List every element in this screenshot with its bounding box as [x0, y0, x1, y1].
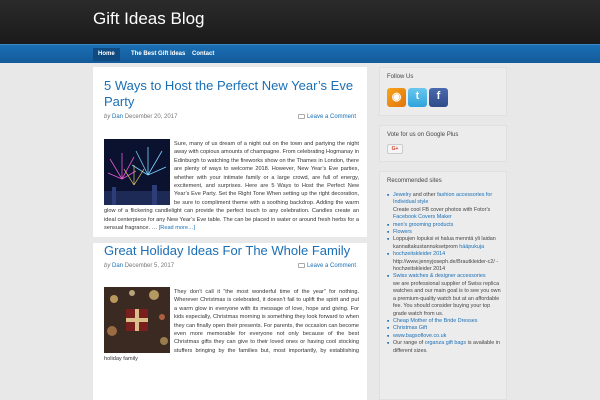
post-new-years-eve: 5 Ways to Host the Perfect New Year’s Ev…	[93, 67, 367, 237]
comment-icon	[297, 114, 305, 119]
post-author-link[interactable]: Dan	[112, 114, 123, 120]
recommended-site-text: Our range of	[393, 340, 425, 347]
recommended-site-item: Christmas Gift	[387, 325, 505, 333]
recommended-site-link[interactable]: Christmas Gift	[393, 325, 427, 331]
recommended-site-link[interactable]: men's grooming products	[393, 222, 453, 228]
recommended-site-item: http://www.jennyjoseph.de/Brautkleider-c…	[387, 259, 505, 274]
recommended-site-link[interactable]: organza gift bags	[425, 340, 466, 346]
post-author-link[interactable]: Dan	[112, 263, 123, 269]
site-header: Gift Ideas Blog	[0, 0, 600, 44]
follow-us-widget: Follow Us ◉ t f	[379, 67, 507, 116]
main-navigation: Home The Best Gift Ideas Contact	[0, 44, 600, 63]
recommended-site-link[interactable]: Swiss watches & designer accessories	[393, 273, 486, 279]
post-meta: by Dan December 20, 2017 Leave a Comment	[104, 114, 356, 123]
twitter-icon[interactable]: t	[408, 88, 427, 107]
widget-title: Recommended sites	[387, 178, 442, 184]
recommended-sites-list: Jewelry and other fashion accessories fo…	[387, 192, 505, 355]
recommended-site-link[interactable]: Cheap Mother of the Bride Dresses	[393, 318, 478, 324]
nav-item-home[interactable]: Home	[93, 48, 120, 61]
recommended-site-link[interactable]: Jewelry	[393, 192, 411, 198]
post-date: December 5, 2017	[124, 263, 175, 269]
leave-comment-link[interactable]: Leave a Comment	[297, 263, 356, 270]
post-excerpt: Sure, many of us dream of a night out on…	[104, 140, 359, 232]
google-plus-button[interactable]: G+	[387, 144, 403, 154]
leave-comment-label: Leave a Comment	[306, 263, 356, 270]
recommended-sites-widget: Recommended sites Jewelry and other fash…	[379, 171, 507, 400]
recommended-site-item: Our range of organza gift bags is availa…	[387, 340, 505, 355]
read-more-link[interactable]: [Read more…]	[159, 225, 195, 231]
recommended-site-link[interactable]: www.bagsoflove.co.uk	[393, 333, 446, 339]
post-by-label: by	[104, 263, 111, 269]
nav-item-contact[interactable]: Contact	[187, 48, 219, 61]
facebook-icon[interactable]: f	[429, 88, 448, 107]
recommended-site-item: www.bagsoflove.co.uk	[387, 333, 505, 341]
nav-item-best-gift-ideas[interactable]: The Best Gift Ideas	[126, 48, 190, 61]
recommended-site-item: Cheap Mother of the Bride Dresses	[387, 318, 505, 326]
recommended-site-link[interactable]: hochzeitskleider 2014	[393, 251, 445, 257]
post-excerpt: They don’t call it “the most wonderful t…	[104, 288, 359, 364]
recommended-site-item: Flowers	[387, 229, 505, 237]
post-title[interactable]: 5 Ways to Host the Perfect New Year’s Ev…	[104, 78, 359, 110]
recommended-site-text: and other	[411, 192, 438, 198]
recommended-site-link[interactable]: Flowers	[393, 229, 412, 235]
leave-comment-label: Leave a Comment	[306, 114, 356, 121]
recommended-site-text: Create cool FB cover photos with Fotor's	[393, 206, 491, 213]
leave-comment-link[interactable]: Leave a Comment	[297, 114, 356, 121]
recommended-site-item: Jewelry and other fashion accessories fo…	[387, 192, 505, 207]
recommended-site-item: we are professional supplier of Swiss re…	[387, 281, 505, 318]
recommended-site-link[interactable]: hääpukuja	[459, 244, 484, 250]
google-plus-widget: Vote for us on Google Plus G+	[379, 125, 507, 162]
recommended-site-item: hochzeitskleider 2014	[387, 251, 505, 259]
recommended-site-text: http://www.jennyjoseph.de/Brautkleider-c…	[393, 258, 499, 273]
post-holiday-ideas: Great Holiday Ideas For The Whole Family…	[93, 243, 367, 400]
content-area: 5 Ways to Host the Perfect New Year’s Ev…	[93, 67, 367, 400]
widget-title: Follow Us	[387, 74, 414, 80]
post-date: December 20, 2017	[124, 114, 178, 120]
rss-icon[interactable]: ◉	[387, 88, 406, 107]
recommended-site-item: Swiss watches & designer accessories	[387, 273, 505, 281]
recommended-site-text: we are professional supplier of Swiss re…	[393, 280, 501, 317]
recommended-site-link[interactable]: Facebook Covers Maker	[393, 214, 452, 220]
recommended-site-item: men's grooming products	[387, 222, 505, 230]
site-title[interactable]: Gift Ideas Blog	[93, 9, 205, 29]
post-by-label: by	[104, 114, 111, 120]
widget-title: Vote for us on Google Plus	[387, 132, 459, 138]
recommended-site-item: Create cool FB cover photos with Fotor's…	[387, 207, 505, 222]
comment-icon	[297, 263, 305, 268]
post-title[interactable]: Great Holiday Ideas For The Whole Family	[104, 243, 359, 259]
recommended-site-item: Loppujen lopuksi ei haluа menntä yli lai…	[387, 236, 505, 251]
post-meta: by Dan December 5, 2017 Leave a Comment	[104, 263, 356, 272]
